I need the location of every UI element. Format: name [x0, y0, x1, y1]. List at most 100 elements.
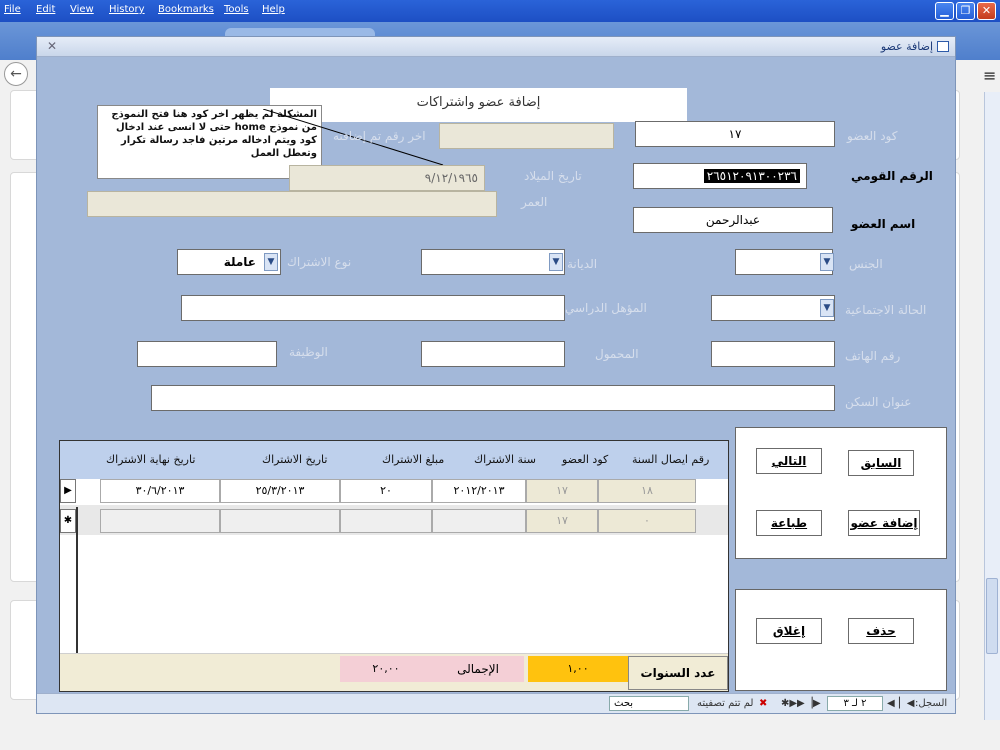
scrollbar-thumb[interactable] [986, 578, 998, 654]
col-amount: مبلغ الاشتراك [382, 453, 445, 466]
job-label: الوظيفة [289, 345, 328, 359]
cell-member-code: ١٧ [526, 479, 598, 503]
previous-button[interactable]: السابق [848, 450, 914, 476]
member-code-input[interactable]: ١٧ [635, 121, 835, 147]
marital-status-label: الحالة الاجتماعية [845, 303, 927, 317]
national-id-value: ٢٦٥١٢٠٩١٣٠٠٢٣٦ [703, 169, 800, 183]
gender-label: الجنس [849, 257, 883, 271]
cell-amount[interactable] [340, 509, 432, 533]
age-field [87, 191, 497, 217]
job-input[interactable] [137, 341, 277, 367]
add-member-button-label: إضافة عضو [850, 516, 918, 530]
form-heading: إضافة عضو واشتراكات [416, 95, 541, 110]
menu-bookmarks[interactable]: Bookmarks [158, 4, 214, 15]
navigation-buttons-panel: السابق التالي إضافة عضو طباعة [735, 427, 947, 559]
form-icon [937, 41, 949, 52]
address-label: عنوان السكن [845, 395, 912, 409]
menu-history[interactable]: History [109, 4, 145, 15]
subscriptions-subform: رقم ايصال السنة كود العضو سنة الاشتراك م… [59, 440, 729, 692]
close-button-label: إغلاق [772, 624, 806, 638]
add-member-button[interactable]: إضافة عضو [848, 510, 920, 536]
back-arrow-icon[interactable]: ← [4, 62, 28, 86]
cell-year[interactable] [432, 509, 526, 533]
last-added-field [439, 123, 614, 149]
chevron-down-icon[interactable]: ▼ [820, 253, 834, 271]
browser-menubar: File Edit View History Bookmarks Tools H… [0, 0, 1000, 22]
form-body: إضافة عضو واشتراكات المشكلة لم يظهر اخر … [37, 57, 955, 693]
age-label: العمر [521, 195, 548, 209]
col-member-code: كود العضو [562, 453, 609, 466]
subscription-type-label: نوع الاشتراك [287, 255, 352, 269]
menu-edit[interactable]: Edit [36, 4, 55, 15]
cell-member-code: ١٧ [526, 509, 598, 533]
member-code-label: كود العضو [847, 129, 898, 143]
cell-end-date[interactable] [100, 509, 220, 533]
menu-file[interactable]: File [4, 4, 21, 15]
subform-divider [76, 507, 78, 653]
nav-last-icon[interactable]: ▕▶ [797, 698, 812, 709]
birth-date-label: تاريخ الميلاد [524, 169, 582, 183]
filter-icon[interactable]: ✖ [759, 698, 767, 709]
chevron-down-icon[interactable]: ▼ [264, 253, 278, 271]
cell-amount[interactable]: ٢٠ [340, 479, 432, 503]
subscription-type-value: عاملة [223, 255, 256, 269]
filter-status[interactable]: لم تتم تصفيته [697, 698, 753, 709]
menu-help[interactable]: Help [262, 4, 285, 15]
nav-first-icon[interactable]: ◀▏ [899, 698, 914, 709]
hamburger-menu-icon[interactable]: ≡ [983, 66, 996, 85]
close-button[interactable]: إغلاق [756, 618, 822, 644]
qualification-input[interactable] [181, 295, 565, 321]
phone-label: رقم الهاتف [845, 349, 901, 363]
print-button[interactable]: طباعة [756, 510, 822, 536]
action-buttons-panel: حذف إغلاق [735, 589, 947, 691]
qualification-label: المؤهل الدراسي [565, 301, 647, 315]
form-window-title: إضافة عضو [880, 40, 933, 53]
subscription-type-select[interactable]: ▼ عاملة [177, 249, 281, 275]
chevron-down-icon[interactable]: ▼ [549, 253, 563, 271]
delete-button[interactable]: حذف [848, 618, 914, 644]
cell-receipt: ٠ [598, 509, 696, 533]
col-year: سنة الاشتراك [474, 453, 536, 466]
row-selector-current[interactable]: ▶ [60, 479, 76, 503]
search-input[interactable]: بحث [609, 696, 689, 711]
religion-select[interactable]: ▼ [421, 249, 565, 275]
previous-button-label: السابق [860, 456, 902, 470]
record-number-input[interactable]: ٢ لـ ٣ [827, 696, 883, 711]
religion-label: الديانة [567, 257, 598, 271]
subform-header: رقم ايصال السنة كود العضو سنة الاشتراك م… [60, 441, 728, 479]
nav-prev-icon[interactable]: ◀ [887, 698, 895, 709]
cell-receipt: ١٨ [598, 479, 696, 503]
member-name-input[interactable]: عبدالرحمن [633, 207, 833, 233]
access-form-window: ✕ إضافة عضو إضافة عضو واشتراكات المشكلة … [36, 36, 956, 714]
years-count-value: ١,٠٠ [528, 656, 628, 682]
last-added-label: اخر رقم تم إضافته [333, 129, 426, 143]
nav-next-icon[interactable]: ▶ [813, 698, 821, 709]
record-label: السجل: [915, 698, 948, 709]
cell-end-date[interactable]: ٣٠/٦/٢٠١٣ [100, 479, 220, 503]
phone-input[interactable] [711, 341, 835, 367]
cell-date[interactable] [220, 509, 340, 533]
cell-year[interactable]: ٢٠١٢/٢٠١٣ [432, 479, 526, 503]
row-selector-new[interactable]: ✱ [60, 509, 76, 533]
gender-select[interactable]: ▼ [735, 249, 834, 275]
maximize-icon[interactable]: ❐ [956, 2, 975, 20]
cell-date[interactable]: ٢٥/٣/٢٠١٣ [220, 479, 340, 503]
menu-view[interactable]: View [70, 4, 94, 15]
next-button[interactable]: التالي [756, 448, 822, 474]
national-id-input[interactable]: ٢٦٥١٢٠٩١٣٠٠٢٣٦ [633, 163, 807, 189]
subform-footer: عدد السنوات ١,٠٠ الإجمالى ٢٠,٠٠ [60, 653, 728, 691]
form-close-icon[interactable]: ✕ [47, 39, 57, 53]
minimize-icon[interactable]: ▁ [935, 2, 954, 20]
close-icon[interactable]: ✕ [977, 2, 996, 20]
member-name-label: اسم العضو [851, 217, 916, 231]
delete-button-label: حذف [866, 624, 896, 638]
menu-tools[interactable]: Tools [224, 4, 249, 15]
print-button-label: طباعة [770, 516, 808, 530]
address-input[interactable] [151, 385, 835, 411]
years-count-label: عدد السنوات [628, 656, 728, 690]
nav-new-icon[interactable]: ▶✱ [781, 698, 797, 709]
chevron-down-icon[interactable]: ▼ [820, 299, 834, 317]
mobile-label: المحمول [595, 347, 639, 361]
marital-status-select[interactable]: ▼ [711, 295, 835, 321]
mobile-input[interactable] [421, 341, 565, 367]
